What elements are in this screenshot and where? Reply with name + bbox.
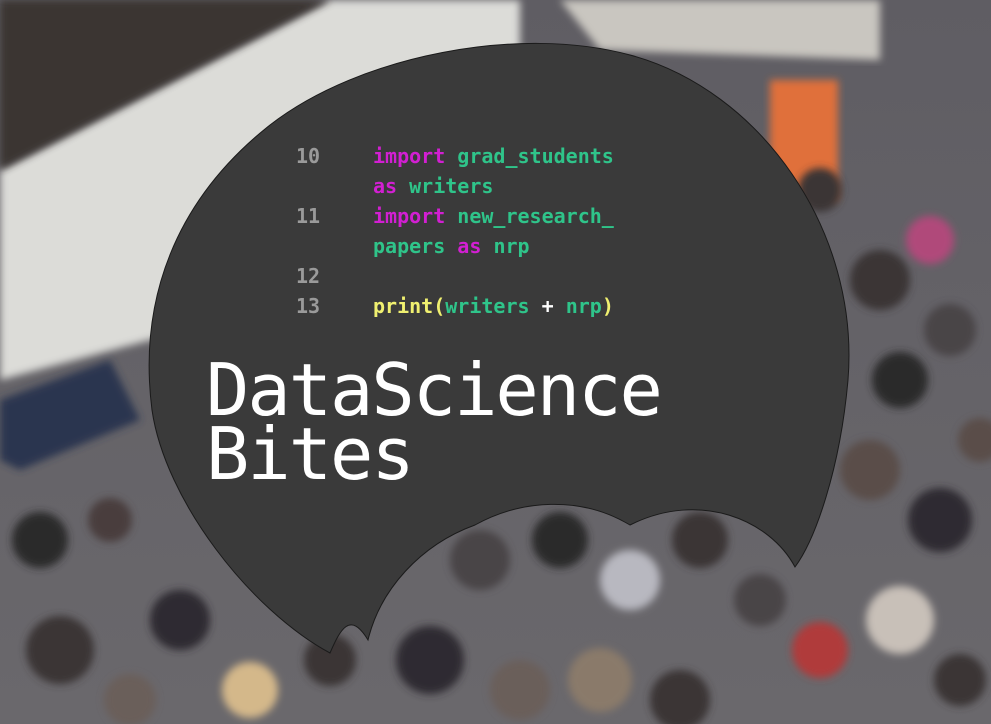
code-snippet: 10 import grad_students as writers 11 import… [296, 141, 736, 321]
line-number: 11 [296, 204, 321, 228]
code-line: 11 import new_research_ [296, 201, 736, 231]
code-token: nrp [493, 234, 530, 258]
code-token: print [373, 294, 434, 318]
code-text: import new_research_ [373, 201, 614, 231]
code-token: import [373, 144, 446, 168]
code-token: writers [409, 174, 494, 198]
code-text: papers as nrp [373, 231, 530, 261]
line-number: 10 [296, 144, 321, 168]
code-token: as [373, 174, 398, 198]
code-text: import grad_students [373, 141, 614, 171]
code-token: ) [601, 294, 614, 318]
code-token: new_research_ [457, 204, 614, 228]
code-text: as writers [373, 171, 493, 201]
code-token: ( [433, 294, 446, 318]
code-token: writers [445, 294, 530, 318]
code-token: as [457, 234, 482, 258]
code-line: as writers [296, 171, 736, 201]
line-number: 12 [296, 264, 321, 288]
logo-title: DataScience Bites [206, 354, 663, 490]
code-token: papers [373, 234, 446, 258]
code-token: + [529, 294, 566, 318]
code-line: 13 print(writers + nrp) [296, 291, 736, 321]
code-token: grad_students [457, 144, 614, 168]
line-number: 13 [296, 294, 321, 318]
code-text: print(writers + nrp) [373, 291, 614, 321]
logo-graphic: 10 import grad_students as writers 11 import… [0, 0, 991, 724]
code-line: papers as nrp [296, 231, 736, 261]
code-line: 12 [296, 261, 736, 291]
code-line: 10 import grad_students [296, 141, 736, 171]
code-token: import [373, 204, 446, 228]
code-token: nrp [565, 294, 602, 318]
